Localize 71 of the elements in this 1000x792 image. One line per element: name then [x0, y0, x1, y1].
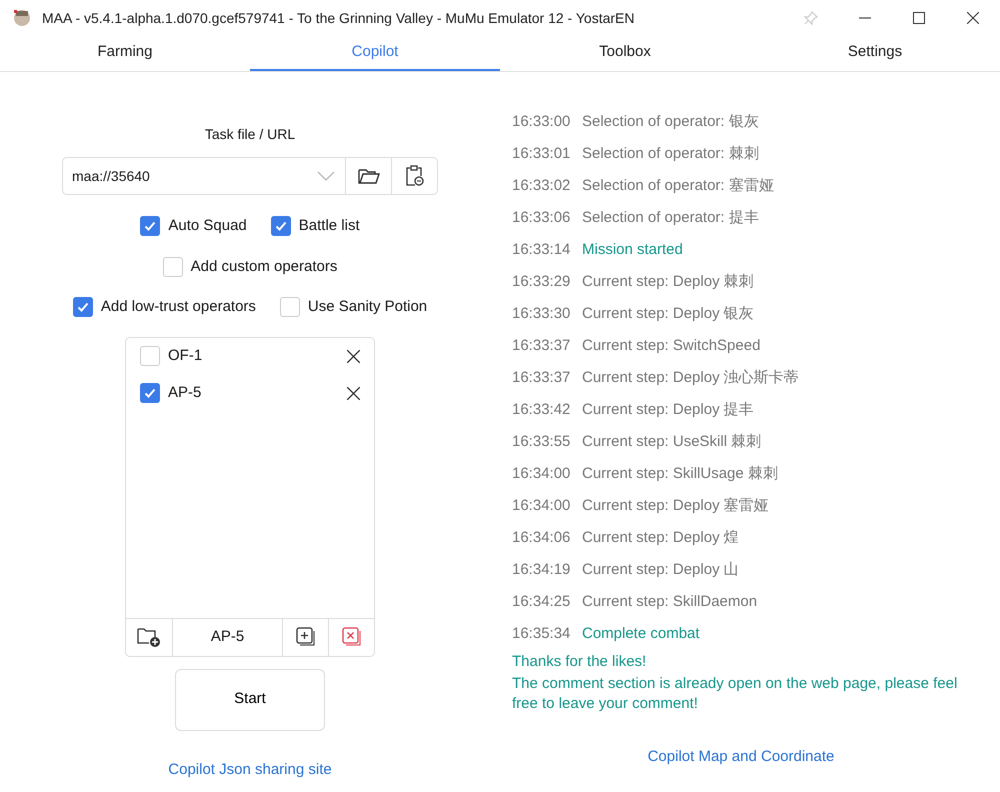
log-time: 16:34:00 — [512, 464, 572, 484]
log-time: 16:35:34 — [512, 624, 572, 644]
log-message: Current step: Deploy 塞雷娅 — [582, 496, 769, 516]
log-message: Selection of operator: 棘刺 — [582, 144, 759, 164]
check-icon — [143, 219, 158, 234]
tab[interactable]: Copilot — [250, 36, 500, 71]
tab[interactable]: Farming — [0, 36, 250, 71]
log-message: Current step: SkillUsage 棘刺 — [582, 464, 778, 484]
checkbox[interactable] — [270, 216, 291, 236]
checkbox[interactable] — [140, 346, 160, 366]
log-time: 16:33:55 — [512, 432, 572, 452]
log-time: 16:33:37 — [512, 336, 572, 356]
log-message: Current step: Deploy 棘刺 — [582, 272, 754, 292]
log-time: 16:34:19 — [512, 560, 572, 580]
check-icon — [274, 219, 288, 234]
check-icon — [76, 300, 90, 314]
checkbox-label: Use Sanity Potion — [308, 297, 428, 317]
log-time: 16:34:06 — [512, 528, 572, 548]
url-combobox[interactable]: maa://35640 — [62, 157, 438, 195]
close-icon[interactable] — [347, 350, 360, 362]
checkbox[interactable] — [72, 297, 93, 318]
log-time: 16:33:01 — [512, 144, 572, 164]
log-message: Thanks for the likes! — [512, 652, 648, 672]
app-icon — [12, 8, 32, 28]
log-time: 16:33:06 — [512, 208, 572, 228]
checkbox-label: Auto Squad — [168, 216, 247, 236]
log-time: 16:34:25 — [512, 592, 572, 612]
log-time: 16:33:14 — [512, 240, 572, 260]
checkbox-label: Add custom operators — [190, 256, 338, 276]
checkbox[interactable] — [140, 216, 160, 236]
log-message: Current step: SkillDaemon — [582, 592, 758, 612]
log-message: The comment section is already open on the web page, please feel free to leave your comment! — [512, 674, 958, 714]
maximize-icon[interactable] — [913, 12, 925, 24]
log-message: Current step: Deploy 提丰 — [582, 400, 754, 420]
checkbox-label: Battle list — [298, 216, 360, 236]
log-message: Current step: UseSkill 棘刺 — [582, 432, 762, 452]
link[interactable]: Copilot Json sharing site — [168, 758, 332, 781]
window-title: MAA - v5.4.1-alpha.1.d070.gcef579741 - To the Grinning Valley - MuMu Emulator 12 - YostarEN — [42, 8, 634, 28]
tab[interactable]: Toolbox — [500, 36, 750, 71]
log-message: Selection of operator: 塞雷娅 — [582, 176, 774, 196]
log-message: Current step: Deploy 银灰 — [582, 304, 754, 324]
stage-name: AP-5 — [172, 618, 282, 656]
log-message: Current step: SwitchSpeed — [582, 336, 760, 356]
log-time: 16:34:00 — [512, 496, 572, 516]
checkbox[interactable] — [162, 256, 183, 277]
check-icon — [143, 386, 157, 400]
tab[interactable]: Settings — [750, 36, 1000, 71]
close-icon[interactable] — [967, 12, 979, 24]
checkbox-label: Add low-trust operators — [100, 297, 256, 317]
log-message: Selection of operator: 银灰 — [582, 112, 759, 132]
checkbox[interactable] — [140, 383, 160, 403]
log-message: Current step: Deploy 浊心斯卡蒂 — [582, 368, 799, 388]
link[interactable]: Copilot Map and Coordinate — [648, 748, 834, 765]
log-message: Complete combat — [582, 624, 700, 644]
chevron-icon — [317, 171, 335, 181]
field-label: Task file / URL — [204, 125, 296, 144]
log-message: Current step: Deploy 山 — [582, 560, 739, 580]
log-message: Current step: Deploy 煌 — [582, 528, 739, 548]
log-time: 16:33:00 — [512, 112, 572, 132]
start-button[interactable]: Start — [175, 668, 325, 730]
stage-label: OF-1 — [168, 346, 202, 366]
close-icon[interactable] — [347, 386, 360, 400]
log-time: 16:33:37 — [512, 368, 572, 388]
log-time: 16:33:02 — [512, 176, 572, 196]
log-time: 16:33:29 — [512, 272, 572, 292]
log-message: Selection of operator: 提丰 — [582, 208, 759, 228]
checkbox[interactable] — [280, 297, 300, 318]
stage-label: AP-5 — [168, 382, 202, 403]
log-time: 16:33:42 — [512, 400, 572, 420]
log-message: Mission started — [582, 240, 683, 260]
log-time: 16:33:30 — [512, 304, 572, 324]
